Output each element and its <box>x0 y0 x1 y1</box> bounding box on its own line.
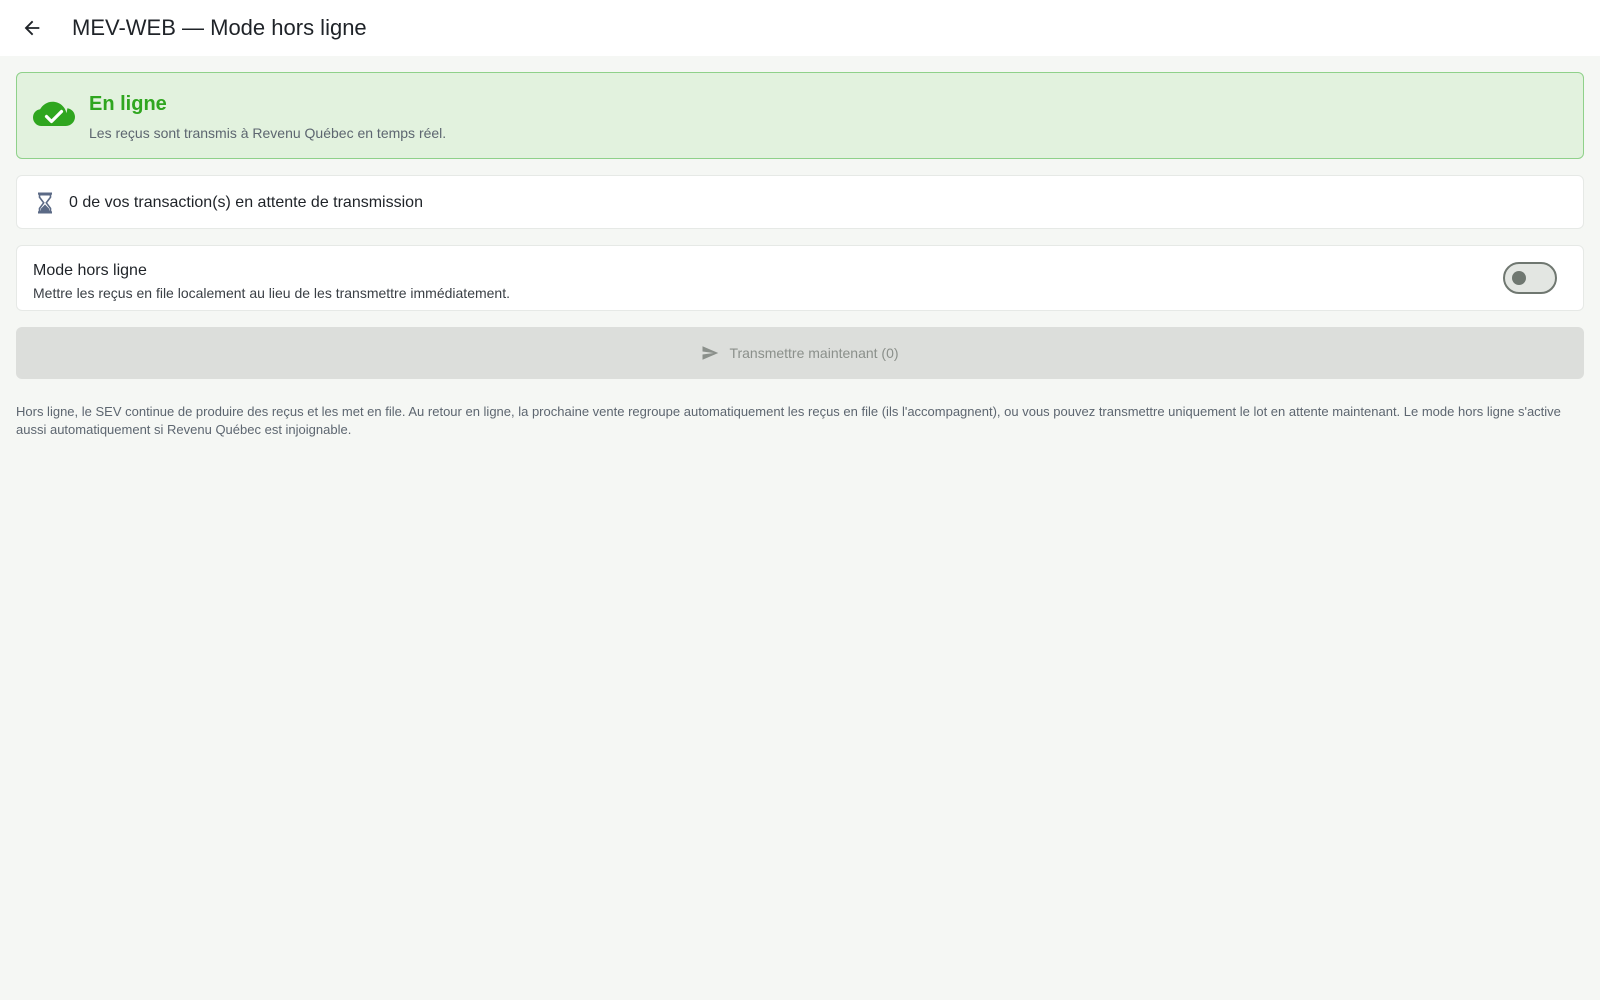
page-title: MEV-WEB — Mode hors ligne <box>72 15 367 40</box>
hourglass-icon <box>38 192 52 214</box>
status-subtitle: Les reçus sont transmis à Revenu Québec … <box>89 125 447 141</box>
offline-mode-description: Mettre les reçus en file localement au l… <box>33 285 510 301</box>
pending-transactions-card: 0 de vos transaction(s) en attente de tr… <box>16 175 1584 229</box>
pending-count-text: 0 de vos transaction(s) en attente de tr… <box>69 194 423 211</box>
connection-status-card: En ligne Les reçus sont transmis à Reven… <box>16 72 1584 159</box>
offline-mode-card: Mode hors ligne Mettre les reçus en file… <box>16 245 1584 311</box>
back-button[interactable] <box>12 8 52 48</box>
status-title: En ligne <box>89 93 167 115</box>
help-text: Hors ligne, le SEV continue de produire … <box>16 404 1561 437</box>
cloud-check-icon <box>33 101 75 126</box>
transmit-now-button[interactable]: Transmettre maintenant (0) <box>16 327 1584 379</box>
offline-mode-title: Mode hors ligne <box>33 262 147 279</box>
transmit-now-label: Transmettre maintenant (0) <box>729 345 899 361</box>
app-bar: MEV-WEB — Mode hors ligne <box>0 0 1600 56</box>
arrow-left-icon <box>24 20 40 36</box>
toggle-knob <box>1512 271 1526 285</box>
offline-mode-toggle[interactable] <box>1503 262 1557 294</box>
send-icon <box>702 346 719 360</box>
